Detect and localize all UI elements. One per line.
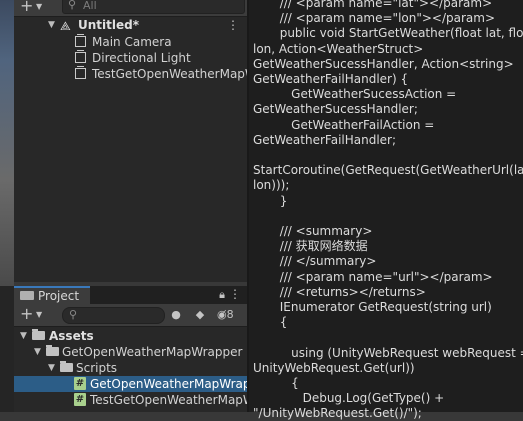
csharp-script-icon: # <box>74 377 86 390</box>
code-line[interactable]: IEnumerator GetRequest(string url) <box>253 300 492 315</box>
scene-menu-icon[interactable]: ⋮ <box>227 17 239 33</box>
tree-item-folder[interactable]: ▼ GetOpenWeatherMapWrapper <box>14 344 247 360</box>
project-toolbar: + ▼ ⚲ ● ◆ ◉̸8 <box>14 304 247 327</box>
hierarchy-toolbar: + ▼ ⚲ All <box>14 0 247 17</box>
hierarchy-item-main-camera[interactable]: Main Camera <box>14 34 247 50</box>
eye-slash-icon: ◉̸ <box>217 308 227 321</box>
chevron-down-icon: ▼ <box>36 310 43 319</box>
code-line[interactable]: GetWeatherSucessHandler; <box>253 102 418 117</box>
tree-item-label: GetOpenWeatherMapWrapper <box>62 345 243 359</box>
chevron-down-icon: ▼ <box>34 347 41 357</box>
code-line[interactable]: /// 获取网络数据 <box>253 239 368 254</box>
code-line[interactable]: GetWeatherFailAction = <box>253 118 434 133</box>
hierarchy-item-label: Directional Light <box>92 51 191 65</box>
hierarchy-item-test-object[interactable]: TestGetOpenWeatherMapW <box>14 66 247 82</box>
unity-scene-icon: ⟁ <box>60 19 71 33</box>
tree-item-assets[interactable]: ▼ Assets <box>14 328 247 344</box>
scene-name: Untitled* <box>78 18 139 32</box>
folder-icon <box>46 345 59 356</box>
code-line[interactable]: GetWeatherSucessAction = <box>253 87 456 102</box>
tab-label: Project <box>38 289 80 303</box>
project-tab-bar: Project 🔒︎ ⋮ <box>14 286 247 304</box>
tree-item-label: Scripts <box>76 361 118 375</box>
code-line[interactable]: /// <summary> <box>253 224 373 239</box>
code-line[interactable]: public void StartGetWeather(float lat, f… <box>253 26 523 41</box>
code-line[interactable]: GetWeatherFailHandler; <box>253 133 396 148</box>
code-line[interactable]: /// <param name="lat"></param> <box>253 0 492 11</box>
search-by-type-icon[interactable]: ● <box>166 307 186 323</box>
project-create-button[interactable]: + ▼ <box>20 305 42 323</box>
code-line[interactable]: { <box>253 376 299 391</box>
scene-view-lower <box>0 286 14 412</box>
search-icon: ⚲ <box>69 308 78 321</box>
tree-item-label: Assets <box>49 329 94 343</box>
code-line[interactable]: UnityWebRequest.Get(url)) <box>253 361 415 376</box>
code-line[interactable]: Debug.Log(GetType() + <box>253 391 445 406</box>
code-line[interactable]: using (UnityWebRequest webRequest = <box>253 346 523 361</box>
lock-icon[interactable]: 🔒︎ <box>219 288 225 302</box>
scene-view-edge <box>0 0 14 286</box>
code-editor[interactable]: /// <param name="lat"></param> /// <para… <box>249 0 523 420</box>
hierarchy-item-label: TestGetOpenWeatherMapW <box>92 67 247 81</box>
project-panel: Project 🔒︎ ⋮ + ▼ ⚲ ● ◆ ◉̸8 ▼ Assets ▼ Get… <box>14 286 247 412</box>
code-line[interactable]: "/UnityWebRequest.Get()/"); <box>253 406 422 421</box>
hierarchy-item-label: Main Camera <box>92 35 172 49</box>
panel-menu-icon[interactable]: ⋮ <box>229 287 241 301</box>
code-line[interactable]: /// <param name="lon"></param> <box>253 11 495 26</box>
hierarchy-search-input[interactable]: ⚲ All <box>62 0 245 14</box>
hierarchy-item-directional-light[interactable]: Directional Light <box>14 50 247 66</box>
gameobject-icon <box>75 34 86 47</box>
chevron-down-icon: ▼ <box>20 331 27 341</box>
code-line[interactable]: lon, Action<WeatherStruct> <box>253 42 423 57</box>
search-placeholder: All <box>83 0 97 12</box>
code-line[interactable]: lon))); <box>253 178 289 193</box>
tab-project[interactable]: Project <box>14 286 90 304</box>
code-line[interactable]: /// <param name="url"></param> <box>253 270 493 285</box>
project-search-input[interactable]: ⚲ <box>62 307 165 324</box>
search-icon: ⚲ <box>68 0 77 11</box>
scene-row[interactable]: ▼ ⟁ Untitled* ⋮ <box>14 17 247 33</box>
gameobject-icon <box>75 50 86 63</box>
search-by-label-icon[interactable]: ◆ <box>190 307 210 323</box>
code-line[interactable]: StartCoroutine(GetRequest(GetWeatherUrl(… <box>253 163 523 178</box>
folder-icon <box>32 329 45 340</box>
tree-item-scripts[interactable]: ▼ Scripts <box>14 360 247 376</box>
code-line[interactable]: } <box>253 194 288 209</box>
code-line[interactable]: /// </summary> <box>253 254 377 269</box>
code-line[interactable]: { <box>253 315 288 330</box>
folder-icon <box>20 291 34 300</box>
hierarchy-panel: + ▼ ⚲ All ▼ ⟁ Untitled* ⋮ Main Camera Dir… <box>14 0 247 282</box>
code-line[interactable]: GetWeatherSucessHandler, Action<string> <box>253 57 514 72</box>
tree-item-label: GetOpenWeatherMapWrapp <box>90 377 247 391</box>
hidden-count: 8 <box>226 308 234 321</box>
csharp-script-icon: # <box>74 393 86 406</box>
gameobject-icon <box>75 66 86 79</box>
code-line[interactable]: GetWeatherFailHandler) { <box>253 72 408 87</box>
hierarchy-create-button[interactable]: + ▼ <box>20 0 48 14</box>
chevron-down-icon: ▼ <box>48 363 55 373</box>
tree-item-script-selected[interactable]: # GetOpenWeatherMapWrapp <box>14 376 247 392</box>
tree-item-label: TestGetOpenWeatherMapW <box>90 393 247 407</box>
hidden-packages-toggle[interactable]: ◉̸8 <box>217 307 234 323</box>
chevron-down-icon: ▼ <box>36 2 43 11</box>
chevron-down-icon: ▼ <box>48 20 55 30</box>
code-line[interactable]: /// <returns></returns> <box>253 285 426 300</box>
folder-icon <box>60 361 73 372</box>
tree-item-script[interactable]: # TestGetOpenWeatherMapW <box>14 392 247 408</box>
